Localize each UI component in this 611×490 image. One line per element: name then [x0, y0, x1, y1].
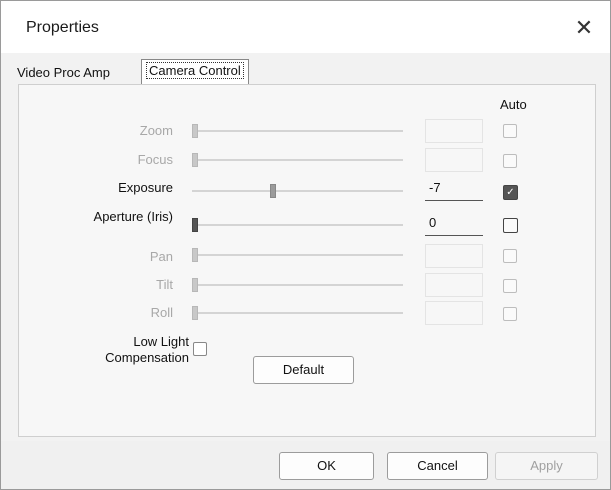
- exposure-label: Exposure: [118, 180, 173, 195]
- pan-label: Pan: [149, 249, 173, 264]
- tilt-value-field: [425, 273, 483, 297]
- exposure-value-field[interactable]: -7: [425, 177, 483, 201]
- ok-button[interactable]: OK: [279, 452, 374, 480]
- exposure-slider-track[interactable]: [192, 190, 403, 192]
- roll-slider-thumb: [192, 306, 198, 320]
- tilt-slider-thumb: [192, 278, 198, 292]
- focus-slider-thumb: [192, 153, 198, 167]
- close-button[interactable]: ✕: [567, 11, 601, 45]
- zoom-auto-checkbox: [503, 124, 517, 138]
- tab-camera-control-label: Camera Control: [146, 62, 244, 79]
- tilt-auto-checkbox: [503, 279, 517, 293]
- tab-video-proc-amp[interactable]: Video Proc Amp: [17, 62, 110, 84]
- focus-auto-checkbox: [503, 154, 517, 168]
- low-light-compensation-checkbox[interactable]: [193, 342, 207, 356]
- aperture-slider-track[interactable]: [192, 224, 403, 226]
- exposure-slider-thumb[interactable]: [269, 184, 276, 198]
- cancel-button[interactable]: Cancel: [387, 452, 488, 480]
- aperture-value-field[interactable]: 0: [425, 212, 483, 236]
- pan-value-field: [425, 244, 483, 268]
- zoom-value-field: [425, 119, 483, 143]
- window-title: Properties: [26, 19, 99, 36]
- tilt-slider-track: [192, 284, 403, 286]
- roll-auto-checkbox: [503, 307, 517, 321]
- focus-label: Focus: [137, 152, 173, 167]
- pan-auto-checkbox: [503, 249, 517, 263]
- zoom-slider-thumb: [192, 124, 198, 138]
- apply-button[interactable]: Apply: [495, 452, 598, 480]
- tilt-label: Tilt: [156, 277, 173, 292]
- aperture-label: Aperture (Iris): [93, 209, 173, 224]
- aperture-slider-thumb[interactable]: [192, 218, 198, 232]
- title-bar: Properties ✕: [1, 1, 610, 53]
- focus-slider-track: [192, 159, 403, 161]
- roll-slider-track: [192, 312, 403, 314]
- low-light-label-line1: Low Light: [133, 334, 189, 349]
- pan-slider-track: [192, 254, 403, 256]
- default-button[interactable]: Default: [253, 356, 354, 384]
- tab-camera-control[interactable]: Camera Control: [141, 59, 249, 84]
- pan-slider-thumb: [192, 248, 198, 262]
- properties-dialog: Properties ✕ Video Proc Amp Camera Contr…: [0, 0, 611, 490]
- roll-label: Roll: [150, 305, 173, 320]
- zoom-label: Zoom: [139, 123, 173, 138]
- low-light-label-line2: Compensation: [105, 350, 189, 365]
- focus-value-field: [425, 148, 483, 172]
- aperture-auto-checkbox[interactable]: [503, 218, 518, 233]
- exposure-auto-checkbox[interactable]: ✓: [503, 185, 518, 200]
- auto-column-header: Auto: [500, 97, 527, 112]
- roll-value-field: [425, 301, 483, 325]
- zoom-slider-track: [192, 130, 403, 132]
- low-light-compensation-label: Low Light Compensation: [61, 334, 189, 366]
